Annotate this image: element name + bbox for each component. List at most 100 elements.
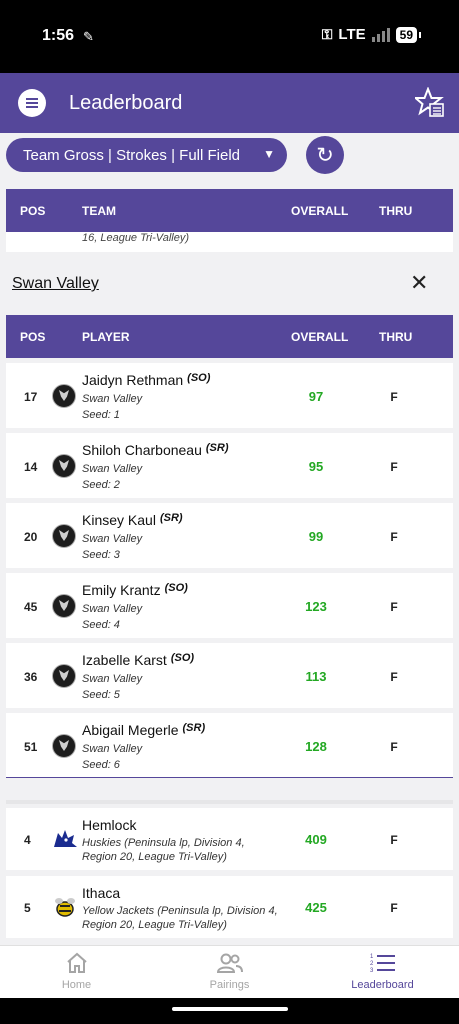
nav-leaderboard-label: Leaderboard <box>351 979 414 991</box>
favorites-list-icon[interactable] <box>415 87 445 119</box>
player-row[interactable]: 14 Shiloh Charboneau (SR) Swan Valley See… <box>6 433 453 498</box>
player-overall: 95 <box>308 459 324 474</box>
viking-logo-icon <box>52 594 76 618</box>
player-seed: Seed: 5 <box>82 689 120 701</box>
network-type: LTE <box>338 26 366 43</box>
status-bar: 1:56 ✎ ⚿ LTE 59 <box>0 0 459 73</box>
player-row[interactable]: 17 Jaidyn Rethman (SO) Swan Valley Seed: … <box>6 363 453 428</box>
column-header-thru: THRU <box>379 204 413 218</box>
pen-icon: ✎ <box>83 29 94 44</box>
viking-logo-icon <box>52 664 76 688</box>
section-divider <box>6 800 453 804</box>
refresh-icon: ↻ <box>316 143 334 167</box>
page-title: Leaderboard <box>69 92 183 114</box>
table-row[interactable]: 4 Hemlock Huskies (Peninsula lp, Divisio… <box>6 808 453 870</box>
team-subtitle: 16, League Tri-Valley) <box>82 232 189 244</box>
team-section-title[interactable]: Swan Valley <box>12 275 99 293</box>
player-pos: 14 <box>24 460 38 474</box>
player-team: Swan Valley <box>82 533 143 545</box>
team-thru: F <box>390 901 398 915</box>
player-pos: 17 <box>24 390 38 404</box>
player-overall: 99 <box>308 529 324 544</box>
player-overall: 123 <box>305 599 327 614</box>
player-thru: F <box>390 530 398 544</box>
team-pos: 4 <box>24 833 31 847</box>
svg-text:3: 3 <box>370 968 374 974</box>
player-row[interactable]: 20 Kinsey Kaul (SR) Swan Valley Seed: 3 9… <box>6 503 453 568</box>
yellow-jacket-logo-icon <box>52 895 78 919</box>
player-seed: Seed: 1 <box>82 409 120 421</box>
player-pos: 45 <box>24 600 38 614</box>
player-thru: F <box>390 740 398 754</box>
nav-home-label: Home <box>61 979 92 991</box>
player-class: (SR) <box>182 722 206 734</box>
player-team: Swan Valley <box>82 463 143 475</box>
player-pos: 51 <box>24 740 38 754</box>
player-overall: 113 <box>305 669 327 684</box>
people-icon <box>153 952 306 979</box>
column-header-overall: OVERALL <box>291 204 349 218</box>
player-name: Emily Krantz (SO) <box>82 582 188 598</box>
player-class: (SO) <box>164 582 188 594</box>
team-overall: 425 <box>305 900 327 915</box>
player-team: Swan Valley <box>82 743 143 755</box>
player-name: Abigail Megerle (SR) <box>82 722 206 738</box>
column-header-player: PLAYER <box>82 330 130 344</box>
filter-selected-value: Team Gross | Strokes | Full Field <box>23 146 241 164</box>
home-icon <box>0 952 153 979</box>
team-thru: F <box>390 833 398 847</box>
column-header-pos: POS <box>20 330 46 344</box>
player-thru: F <box>390 390 398 404</box>
player-pos: 36 <box>24 670 38 684</box>
viking-logo-icon <box>52 454 76 478</box>
player-seed: Seed: 2 <box>82 479 120 491</box>
vpn-key-icon: ⚿ <box>321 26 333 42</box>
battery-icon: 59 <box>395 26 422 43</box>
player-row[interactable]: 45 Emily Krantz (SO) Swan Valley Seed: 4 … <box>6 573 453 638</box>
table-row[interactable]: 16, League Tri-Valley) <box>6 232 453 252</box>
player-thru: F <box>390 600 398 614</box>
husky-logo-icon <box>52 827 78 851</box>
player-overall: 128 <box>305 739 327 754</box>
nav-leaderboard[interactable]: 123 Leaderboard <box>306 946 459 999</box>
ordered-list-icon: 123 <box>306 952 459 979</box>
bottom-nav: Home Pairings 123 Leaderboard <box>0 945 459 998</box>
svg-text:2: 2 <box>370 961 374 967</box>
player-seed: Seed: 4 <box>82 619 120 631</box>
player-name: Jaidyn Rethman (SO) <box>82 372 211 388</box>
home-indicator[interactable] <box>172 1007 288 1011</box>
player-team: Swan Valley <box>82 603 143 615</box>
team-name: Ithaca <box>82 885 121 901</box>
player-thru: F <box>390 670 398 684</box>
app-header: Leaderboard <box>0 73 459 133</box>
status-indicators: ⚿ LTE 59 <box>321 26 422 43</box>
player-seed: Seed: 6 <box>82 759 120 771</box>
team-overall: 409 <box>305 832 327 847</box>
player-seed: Seed: 3 <box>82 549 120 561</box>
player-row[interactable]: 51 Abigail Megerle (SR) Swan Valley Seed:… <box>6 713 453 778</box>
player-name: Shiloh Charboneau (SR) <box>82 442 229 458</box>
status-time: 1:56 <box>42 27 75 44</box>
player-team: Swan Valley <box>82 673 143 685</box>
svg-text:1: 1 <box>370 954 374 960</box>
close-icon[interactable]: ✕ <box>410 270 428 296</box>
team-subtitle: Yellow Jackets (Peninsula lp, Division 4… <box>82 905 278 931</box>
nav-pairings-label: Pairings <box>209 979 250 991</box>
player-pos: 20 <box>24 530 38 544</box>
player-thru: F <box>390 460 398 474</box>
menu-button[interactable] <box>18 89 46 117</box>
player-name: Kinsey Kaul (SR) <box>82 512 183 528</box>
player-team: Swan Valley <box>82 393 143 405</box>
player-class: (SO) <box>187 372 211 384</box>
team-table-header: POS TEAM OVERALL THRU <box>6 189 453 232</box>
nav-home[interactable]: Home <box>0 946 153 999</box>
viking-logo-icon <box>52 734 76 758</box>
leaderboard-filter-select[interactable]: Team Gross | Strokes | Full Field ▼ <box>6 138 287 172</box>
player-class: (SR) <box>159 512 183 524</box>
column-header-thru: THRU <box>379 330 413 344</box>
nav-pairings[interactable]: Pairings <box>153 946 306 999</box>
player-row[interactable]: 36 Izabelle Karst (SO) Swan Valley Seed: … <box>6 643 453 708</box>
table-row[interactable]: 5 Ithaca Yellow Jackets (Peninsula lp, D… <box>6 876 453 938</box>
refresh-button[interactable]: ↻ <box>306 136 344 174</box>
signal-icon <box>371 27 390 42</box>
